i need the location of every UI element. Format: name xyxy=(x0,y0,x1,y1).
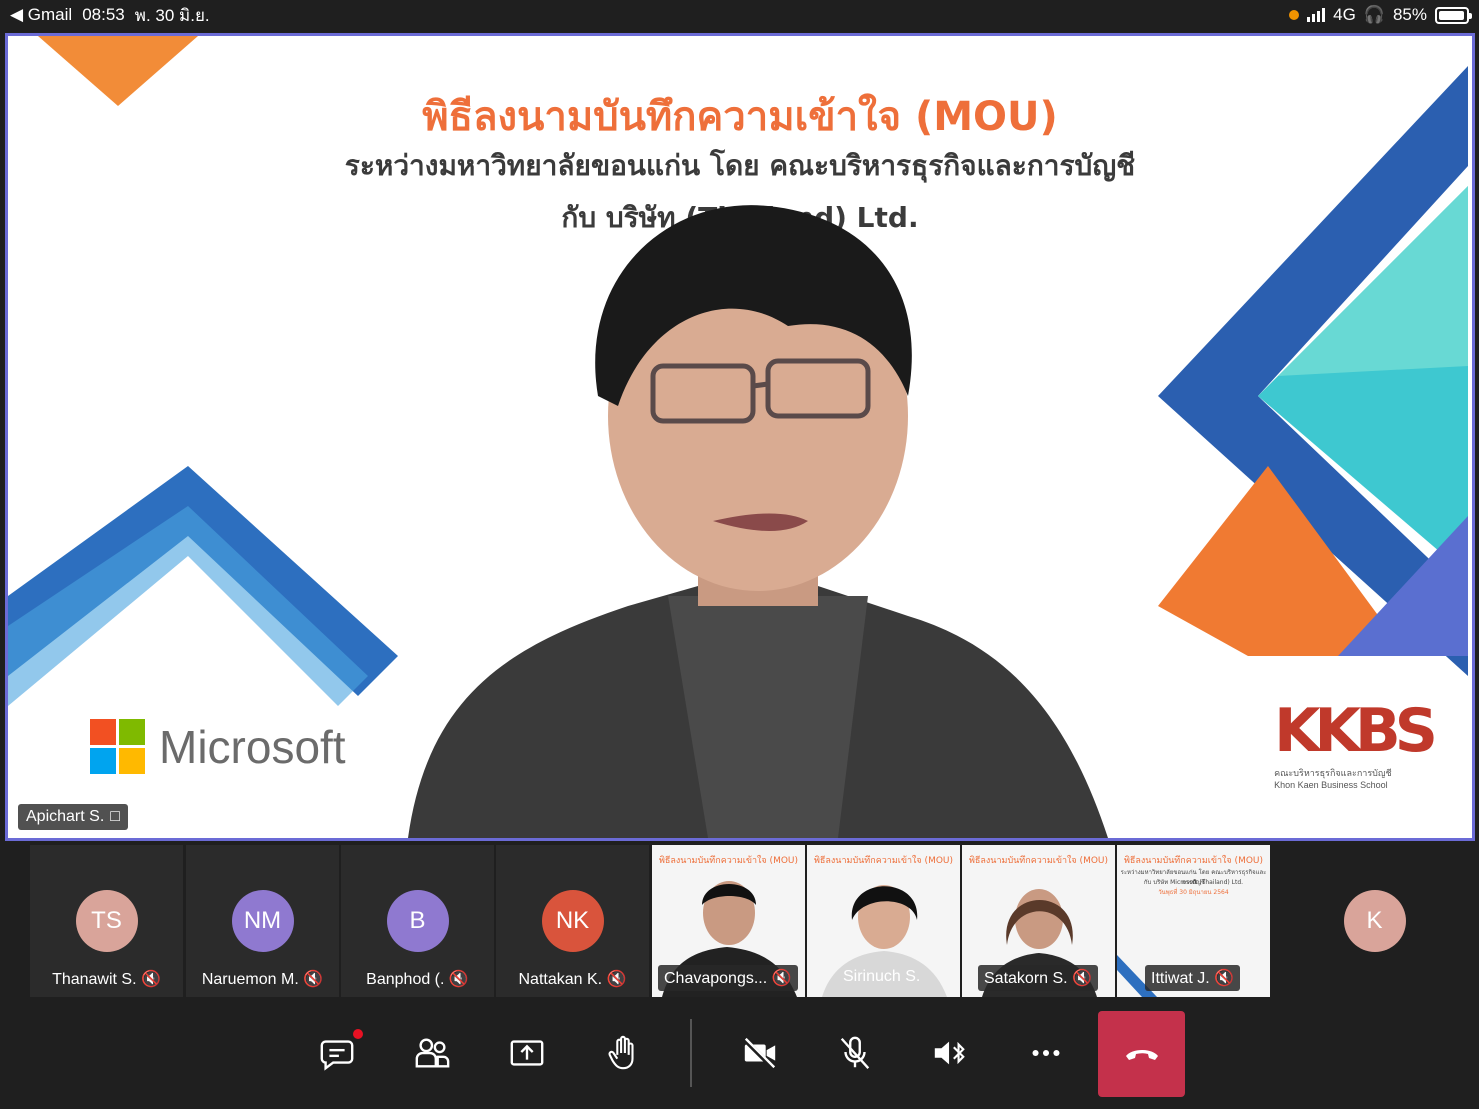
speaker-name-tag: Apichart S. □ xyxy=(18,804,128,830)
participant-video-tile[interactable]: พิธีลงนามบันทึกความเข้าใจ (MOU) ระหว่างม… xyxy=(1117,845,1270,997)
avatar: NK xyxy=(541,890,604,952)
toolbar-divider xyxy=(690,1019,692,1087)
participant-tile[interactable]: K xyxy=(1298,845,1451,997)
more-options-button[interactable] xyxy=(1018,1025,1074,1081)
participant-label: Thanawit S. 🔇 xyxy=(52,971,161,988)
mic-muted-icon: 🔇 xyxy=(303,971,324,988)
camera-off-icon xyxy=(743,1037,776,1070)
mic-toggle-button[interactable] xyxy=(827,1025,883,1081)
back-to-app-link[interactable]: ◀ Gmail xyxy=(10,5,72,25)
participant-label: Naruemon M. 🔇 xyxy=(201,971,324,988)
mini-slide-line-2: กับ บริษัท Microsoft (Thailand) Ltd. xyxy=(1143,879,1244,886)
battery-percent: 85% xyxy=(1392,5,1427,24)
mic-in-use-indicator-icon xyxy=(1289,10,1300,20)
status-time: 08:53 xyxy=(82,5,125,24)
participant-strip: TS Thanawit S. 🔇 NM Naruemon M. 🔇 B Banp… xyxy=(0,845,1479,997)
participant-label: Banphod (. 🔇 xyxy=(366,971,469,988)
cellular-signal-icon xyxy=(1307,8,1326,22)
kkbs-wordmark: KKBS xyxy=(1274,696,1438,766)
share-screen-button[interactable] xyxy=(499,1025,555,1081)
kkbs-subtitle-en: Khon Kaen Business School xyxy=(1274,780,1388,790)
mic-off-icon xyxy=(840,1036,870,1069)
avatar: B xyxy=(386,890,449,952)
more-icon xyxy=(1032,1049,1060,1057)
participants-button[interactable] xyxy=(404,1025,460,1081)
participant-label: Ittiwat J. 🔇 xyxy=(1145,965,1241,991)
participant-tile[interactable]: TS Thanawit S. 🔇 xyxy=(30,845,183,997)
mic-muted-icon: 🔇 xyxy=(448,971,469,988)
kkbs-logo: KKBS คณะบริหารธุรกิจและการบัญชี Khon Kae… xyxy=(1274,696,1438,790)
microsoft-squares-icon xyxy=(90,719,145,774)
share-screen-icon xyxy=(510,1040,544,1066)
participant-video-tile[interactable]: พิธีลงนามบันทึกความเข้าใจ (MOU) Chavapon… xyxy=(652,845,805,997)
speaker-name: Apichart S. xyxy=(26,808,105,825)
participant-label: Chavapongs... 🔇 xyxy=(658,965,798,991)
hang-up-icon xyxy=(1125,1050,1158,1060)
battery-icon xyxy=(1435,6,1472,24)
microsoft-logo: Microsoft xyxy=(90,719,346,774)
mic-muted-icon: 🔇 xyxy=(771,970,792,987)
call-toolbar xyxy=(0,997,1479,1109)
avatar: TS xyxy=(75,890,138,952)
microsoft-wordmark: Microsoft xyxy=(159,720,346,773)
avatar: NM xyxy=(231,890,294,952)
hang-up-button[interactable] xyxy=(1098,1011,1185,1097)
raise-hand-icon xyxy=(608,1035,634,1070)
mic-muted-icon: 🔇 xyxy=(1072,970,1092,987)
unread-badge xyxy=(353,1029,363,1039)
participant-label: Sirinuch S. xyxy=(843,968,921,985)
status-bar: ◀ Gmail 08:53 พ. 30 มิ.ย. 4G 🎧 85% xyxy=(0,0,1479,30)
participant-tile[interactable]: B Banphod (. 🔇 xyxy=(341,845,494,997)
participants-icon xyxy=(415,1038,450,1068)
speaker-bluetooth-icon xyxy=(934,1041,965,1065)
status-date: พ. 30 มิ.ย. xyxy=(134,5,210,25)
mic-muted-icon: 🔇 xyxy=(141,971,161,988)
avatar: K xyxy=(1343,890,1406,952)
mic-muted-icon: 🔇 xyxy=(1214,970,1235,987)
participant-video-tile[interactable]: พิธีลงนามบันทึกความเข้าใจ (MOU) Sirinuch… xyxy=(807,845,960,997)
chat-icon xyxy=(320,1040,354,1071)
speaker-video-image xyxy=(408,205,1108,838)
mini-slide-title: พิธีลงนามบันทึกความเข้าใจ (MOU) xyxy=(1123,856,1264,866)
main-video-stage[interactable]: พิธีลงนามบันทึกความเข้าใจ (MOU) ระหว่างม… xyxy=(5,33,1475,841)
camera-toggle-button[interactable] xyxy=(732,1025,788,1081)
mini-slide-line-3: วันพุธที่ 30 มิถุนายน 2564 xyxy=(1158,889,1229,896)
participant-label: Satakorn S. 🔇 xyxy=(978,965,1098,991)
participant-tile[interactable]: NM Naruemon M. 🔇 xyxy=(186,845,339,997)
raise-hand-button[interactable] xyxy=(595,1025,651,1081)
participant-tile[interactable]: NK Nattakan K. 🔇 xyxy=(496,845,649,997)
network-type: 4G xyxy=(1333,5,1356,24)
speaker-button[interactable] xyxy=(922,1025,978,1081)
participant-label: Nattakan K. 🔇 xyxy=(518,971,627,988)
kkbs-subtitle-thai: คณะบริหารธุรกิจและการบัญชี xyxy=(1274,768,1392,778)
headphones-icon: 🎧 xyxy=(1363,5,1385,24)
mic-muted-icon: 🔇 xyxy=(606,971,627,988)
presenter-icon: □ xyxy=(110,808,120,825)
slide-title: พิธีลงนามบันทึกความเข้าใจ (MOU) xyxy=(422,94,1058,140)
participant-video-tile[interactable]: พิธีลงนามบันทึกความเข้าใจ (MOU) Satakorn… xyxy=(962,845,1115,997)
chat-button[interactable] xyxy=(309,1025,365,1081)
